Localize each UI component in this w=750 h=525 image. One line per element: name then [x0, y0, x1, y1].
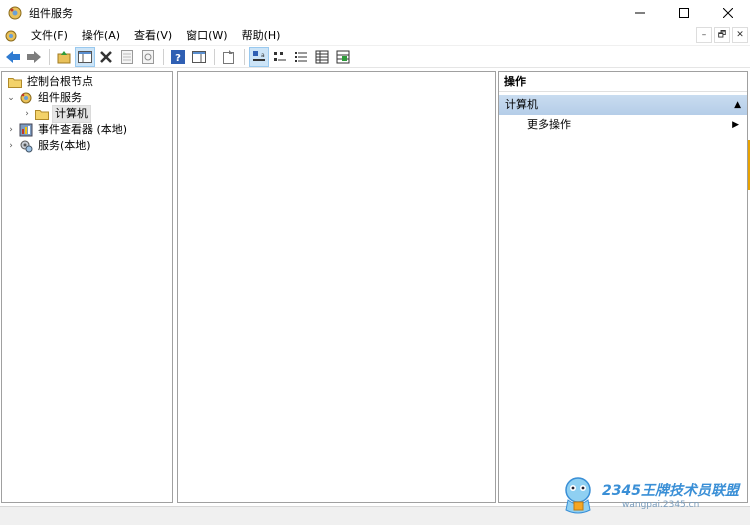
show-hide-action-pane-button[interactable]: [189, 47, 209, 67]
folder-icon: [7, 74, 23, 90]
minimize-icon: [635, 12, 645, 14]
result-pane[interactable]: [177, 71, 496, 503]
tree-item-label: 控制台根节点: [27, 75, 93, 88]
delete-button[interactable]: [96, 47, 116, 67]
window-title: 组件服务: [29, 7, 73, 20]
refresh-icon: [142, 49, 154, 64]
tree-item-label: 计算机: [52, 105, 91, 123]
watermark: 2345王牌技术员联盟 wangpai.2345.cn: [558, 474, 743, 516]
menu-help[interactable]: 帮助(H): [235, 26, 288, 46]
up-one-level-button[interactable]: [54, 47, 74, 67]
close-button[interactable]: [706, 0, 750, 26]
mdi-restore-button[interactable]: 🗗: [714, 27, 730, 43]
configure-button[interactable]: [333, 47, 353, 67]
toolbar-separator: [244, 48, 245, 65]
large-icons-icon: a: [253, 50, 265, 61]
actions-pane-title: 操作: [499, 72, 747, 92]
menu-file[interactable]: 文件(F): [24, 26, 75, 46]
delete-icon: [100, 50, 112, 63]
menu-action[interactable]: 操作(A): [75, 26, 127, 46]
mdi-close-button[interactable]: ✕: [732, 27, 748, 43]
maximize-icon: [679, 8, 689, 18]
tree-item-label: 组件服务: [38, 91, 82, 104]
mascot-logo-icon: [558, 474, 600, 516]
menu-view[interactable]: 查看(V): [127, 26, 179, 46]
show-hide-action-pane-icon: [192, 50, 206, 63]
list-view-button[interactable]: [291, 47, 311, 67]
tree-item-label: 服务(本地): [38, 139, 91, 152]
back-arrow-icon: [6, 50, 20, 63]
menu-bar: 文件(F) 操作(A) 查看(V) 窗口(W) 帮助(H) – 🗗 ✕: [0, 26, 750, 46]
actions-pane: 操作 计算机 ▲ 更多操作 ▶: [498, 71, 748, 503]
tree-item-console-root[interactable]: 控制台根节点: [5, 74, 95, 90]
console-menu-icon[interactable]: [4, 29, 18, 43]
tree-item-label: 事件查看器 (本地): [38, 123, 128, 136]
services-icon: [18, 138, 34, 154]
more-actions-item[interactable]: 更多操作 ▶: [499, 115, 747, 135]
more-actions-label: 更多操作: [527, 118, 571, 131]
watermark-brand: 2345王牌技术员联盟: [602, 483, 739, 499]
minimize-button[interactable]: [618, 0, 662, 26]
menu-window[interactable]: 窗口(W): [179, 26, 234, 46]
refresh-button[interactable]: [138, 47, 158, 67]
toolbar-separator: [163, 48, 164, 65]
tree-item-computers[interactable]: › 计算机: [22, 105, 91, 123]
toolbar: ? a: [0, 46, 750, 68]
export-list-button[interactable]: [219, 47, 239, 67]
help-button[interactable]: ?: [168, 47, 188, 67]
large-icons-button[interactable]: a: [249, 46, 269, 67]
toolbar-separator: [214, 48, 215, 65]
export-list-icon: [223, 49, 234, 64]
close-icon: [723, 8, 733, 18]
folder-icon: [34, 106, 50, 122]
up-folder-icon: [57, 50, 71, 63]
mdi-minimize-button[interactable]: –: [696, 27, 712, 43]
back-button[interactable]: [3, 47, 23, 67]
tree-item-event-viewer[interactable]: › 事件查看器 (本地): [6, 122, 129, 138]
toolbar-separator: [49, 48, 50, 65]
tree-item-services[interactable]: › 服务(本地): [6, 138, 93, 154]
show-hide-tree-icon: [78, 50, 92, 63]
properties-button[interactable]: [117, 47, 137, 67]
collapse-up-icon[interactable]: ▲: [734, 95, 741, 115]
submenu-arrow-icon: ▶: [732, 120, 739, 130]
detail-view-icon: [315, 50, 329, 63]
actions-section-label: 计算机: [505, 98, 538, 111]
small-icons-icon: [274, 51, 286, 61]
small-icons-button[interactable]: [270, 47, 290, 67]
detail-view-button[interactable]: [312, 47, 332, 67]
configure-icon: [336, 50, 350, 63]
forward-button[interactable]: [24, 47, 44, 67]
svg-text:a: a: [261, 52, 265, 59]
help-icon: ?: [171, 49, 185, 64]
component-services-icon: [7, 5, 23, 21]
expand-chevron-icon[interactable]: ›: [6, 125, 16, 135]
collapse-chevron-icon[interactable]: ⌄: [6, 93, 16, 103]
maximize-button[interactable]: [662, 0, 706, 26]
svg-text:?: ?: [175, 53, 181, 64]
event-viewer-icon: [18, 122, 34, 138]
forward-arrow-icon: [27, 50, 41, 63]
tree-item-component-services[interactable]: ⌄ 组件服务: [6, 90, 84, 106]
watermark-url: wangpai.2345.cn: [622, 500, 700, 510]
title-bar: 组件服务: [0, 0, 750, 26]
console-tree-pane[interactable]: 控制台根节点 ⌄ 组件服务 › 计算机 › 事件查看器 (本地) › 服务(本地…: [1, 71, 173, 503]
properties-icon: [121, 49, 133, 64]
actions-section-computers[interactable]: 计算机 ▲: [499, 95, 747, 115]
expand-chevron-icon[interactable]: ›: [22, 109, 32, 119]
list-view-icon: [295, 51, 307, 62]
component-services-icon: [18, 90, 34, 106]
show-hide-tree-button[interactable]: [75, 46, 95, 67]
expand-chevron-icon[interactable]: ›: [6, 141, 16, 151]
